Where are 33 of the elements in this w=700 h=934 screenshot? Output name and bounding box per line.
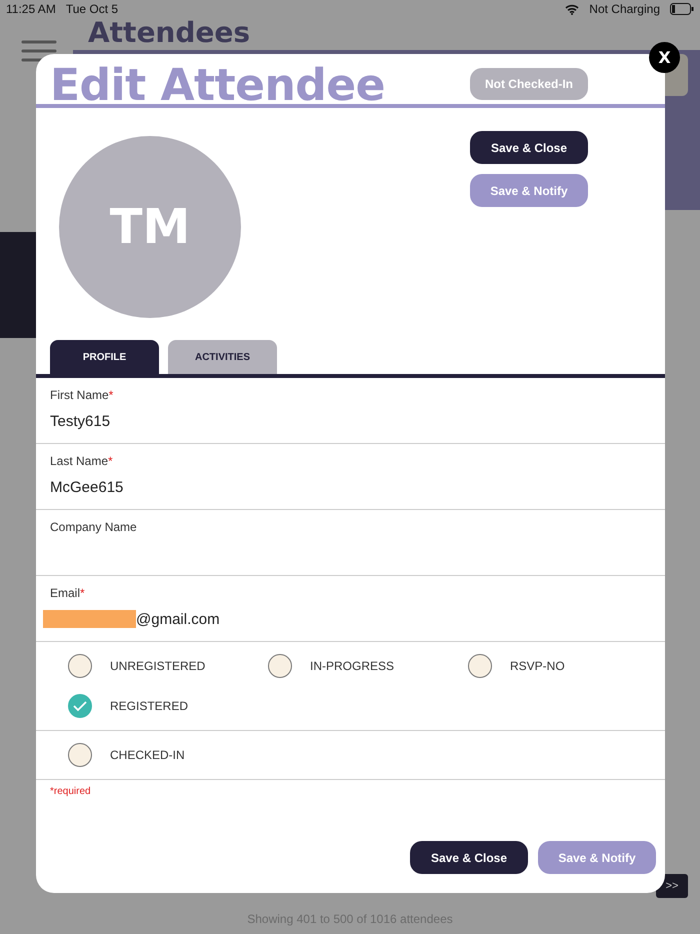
check-status-badge: Not Checked-In xyxy=(470,68,588,100)
status-label: RSVP-NO xyxy=(510,659,565,673)
save-button[interactable]: Save & Close xyxy=(410,841,528,874)
tab[interactable]: ACTIVITIES xyxy=(168,340,277,374)
dialog-title: Edit Attendee xyxy=(50,59,385,108)
field-label: First Name* xyxy=(50,388,114,402)
status-time: 11:25 AM xyxy=(6,2,56,16)
status-date: Tue Oct 5 xyxy=(66,2,118,16)
save-button[interactable]: Save & Close xyxy=(470,131,588,164)
radio-button[interactable] xyxy=(268,654,292,678)
status-label: IN-PROGRESS xyxy=(310,659,394,673)
input-field[interactable]: @gmail.com xyxy=(136,610,220,628)
field-label: Company Name xyxy=(50,520,138,534)
checked-in-label: CHECKED-IN xyxy=(110,748,185,762)
status-label: UNREGISTERED xyxy=(110,659,206,673)
field-label: Email* xyxy=(50,586,86,600)
check-icon xyxy=(72,700,88,712)
radio-button[interactable] xyxy=(68,694,92,718)
input-field[interactable]: Testy615 xyxy=(50,412,110,430)
battery-icon xyxy=(670,3,694,15)
wifi-icon xyxy=(565,4,580,14)
charging-status: Not Charging xyxy=(589,2,660,16)
page-title: Attendees xyxy=(88,19,250,47)
avatar: TM xyxy=(59,136,241,318)
required-note: *required xyxy=(49,785,92,797)
status-label: REGISTERED xyxy=(110,699,188,713)
tab[interactable]: PROFILE xyxy=(50,340,159,374)
radio-button[interactable] xyxy=(68,654,92,678)
radio-button[interactable] xyxy=(468,654,492,678)
close-button[interactable]: X xyxy=(649,42,680,73)
field-label: Last Name* xyxy=(50,454,114,468)
checked-in-checkbox[interactable] xyxy=(68,743,92,767)
input-field[interactable]: McGee615 xyxy=(50,478,124,496)
